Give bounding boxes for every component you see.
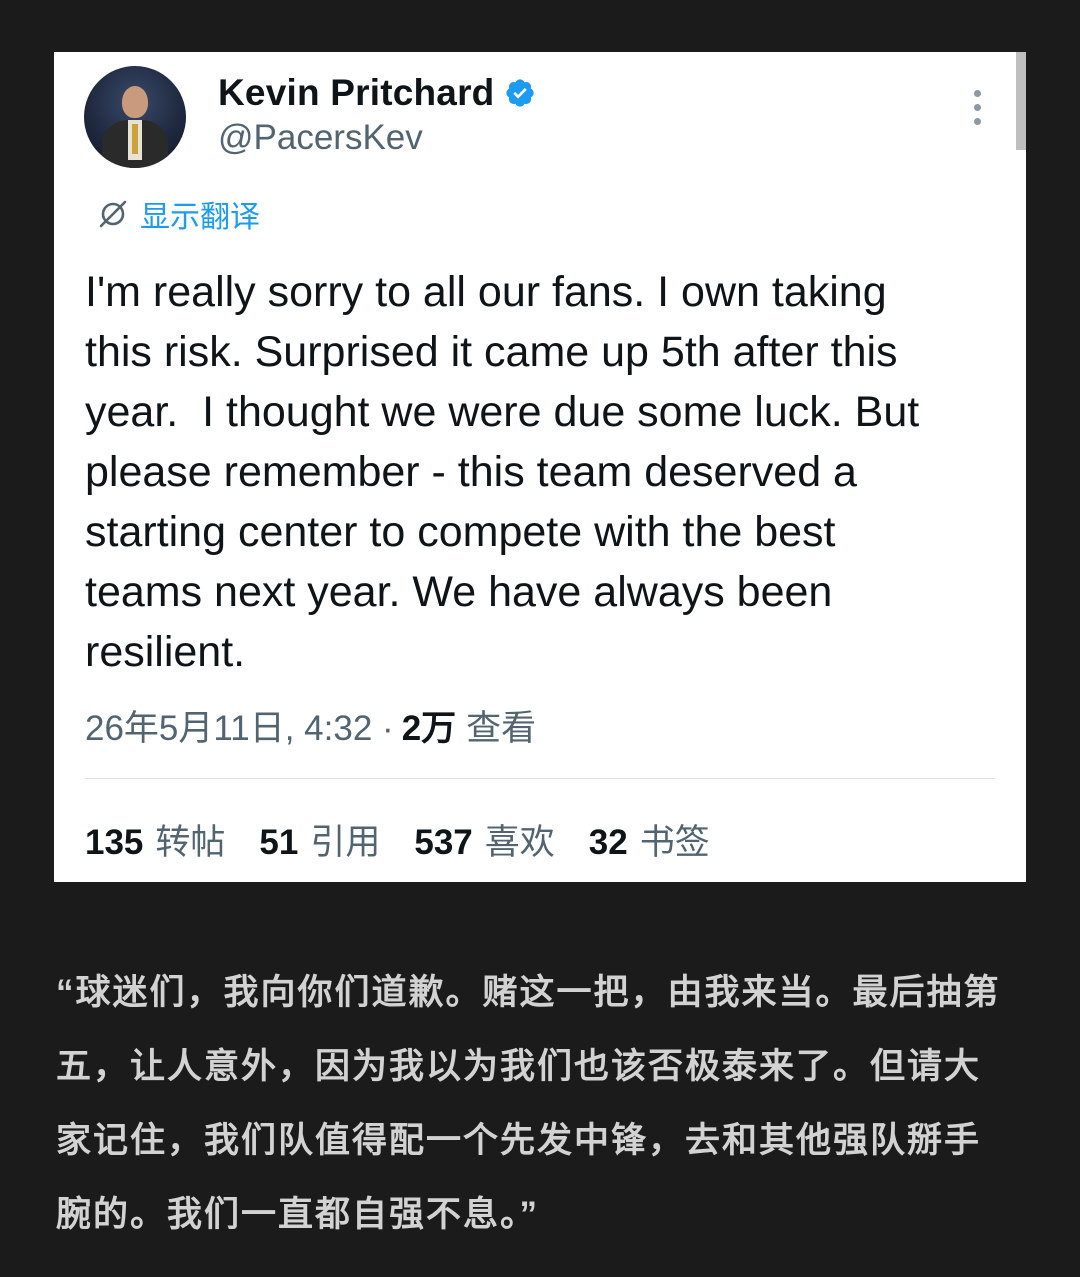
stat-quotes[interactable]: 51 引用 <box>259 814 380 865</box>
stat-label: 喜欢 <box>484 823 555 862</box>
stat-count: 537 <box>414 823 473 862</box>
avatar-tie <box>132 124 138 154</box>
divider <box>85 778 995 779</box>
translation-caption: “球迷们，我向你们道歉。赌这一把，由我来当。最后抽第 五，让人意外，因为我以为我… <box>56 973 1001 1234</box>
show-translation-label: 显示翻译 <box>140 201 260 234</box>
author-handle[interactable]: @PacersKev <box>218 118 423 158</box>
tweet-card: Kevin Pritchard @PacersKev 显示翻译 I'm real… <box>54 52 1026 882</box>
verified-badge-icon <box>506 79 535 107</box>
author-name[interactable]: Kevin Pritchard <box>218 72 494 114</box>
stat-bookmarks[interactable]: 32 书签 <box>589 814 710 865</box>
stat-count: 51 <box>259 823 299 862</box>
tweet-timestamp[interactable]: 26年5月11日, 4:32 · <box>85 700 394 751</box>
stat-likes[interactable]: 537 喜欢 <box>414 814 554 865</box>
more-vertical-icon[interactable] <box>966 90 988 130</box>
stat-label: 引用 <box>310 823 381 862</box>
stat-count: 32 <box>588 823 628 862</box>
tweet-meta: 26年5月11日, 4:32 · 2万 查看 <box>85 700 536 751</box>
stat-label: 书签 <box>639 823 710 862</box>
show-translation-link[interactable]: 显示翻译 <box>96 192 260 236</box>
tweet-body: I'm really sorry to all our fans. I own … <box>85 268 920 676</box>
views-count: 2万 <box>401 709 457 748</box>
stat-reposts[interactable]: 135 转帖 <box>85 814 225 865</box>
views-label: 查看 <box>466 709 537 748</box>
author-row: Kevin Pritchard <box>218 72 536 114</box>
avatar-head <box>122 86 148 118</box>
stat-label: 转帖 <box>155 823 226 862</box>
avatar[interactable] <box>84 66 186 168</box>
scrollbar[interactable] <box>1016 52 1026 150</box>
engagement-stats: 135 转帖 51 引用 537 喜欢 32 书签 <box>85 814 744 865</box>
globe-slash-icon <box>99 200 127 228</box>
stat-count: 135 <box>85 823 144 862</box>
